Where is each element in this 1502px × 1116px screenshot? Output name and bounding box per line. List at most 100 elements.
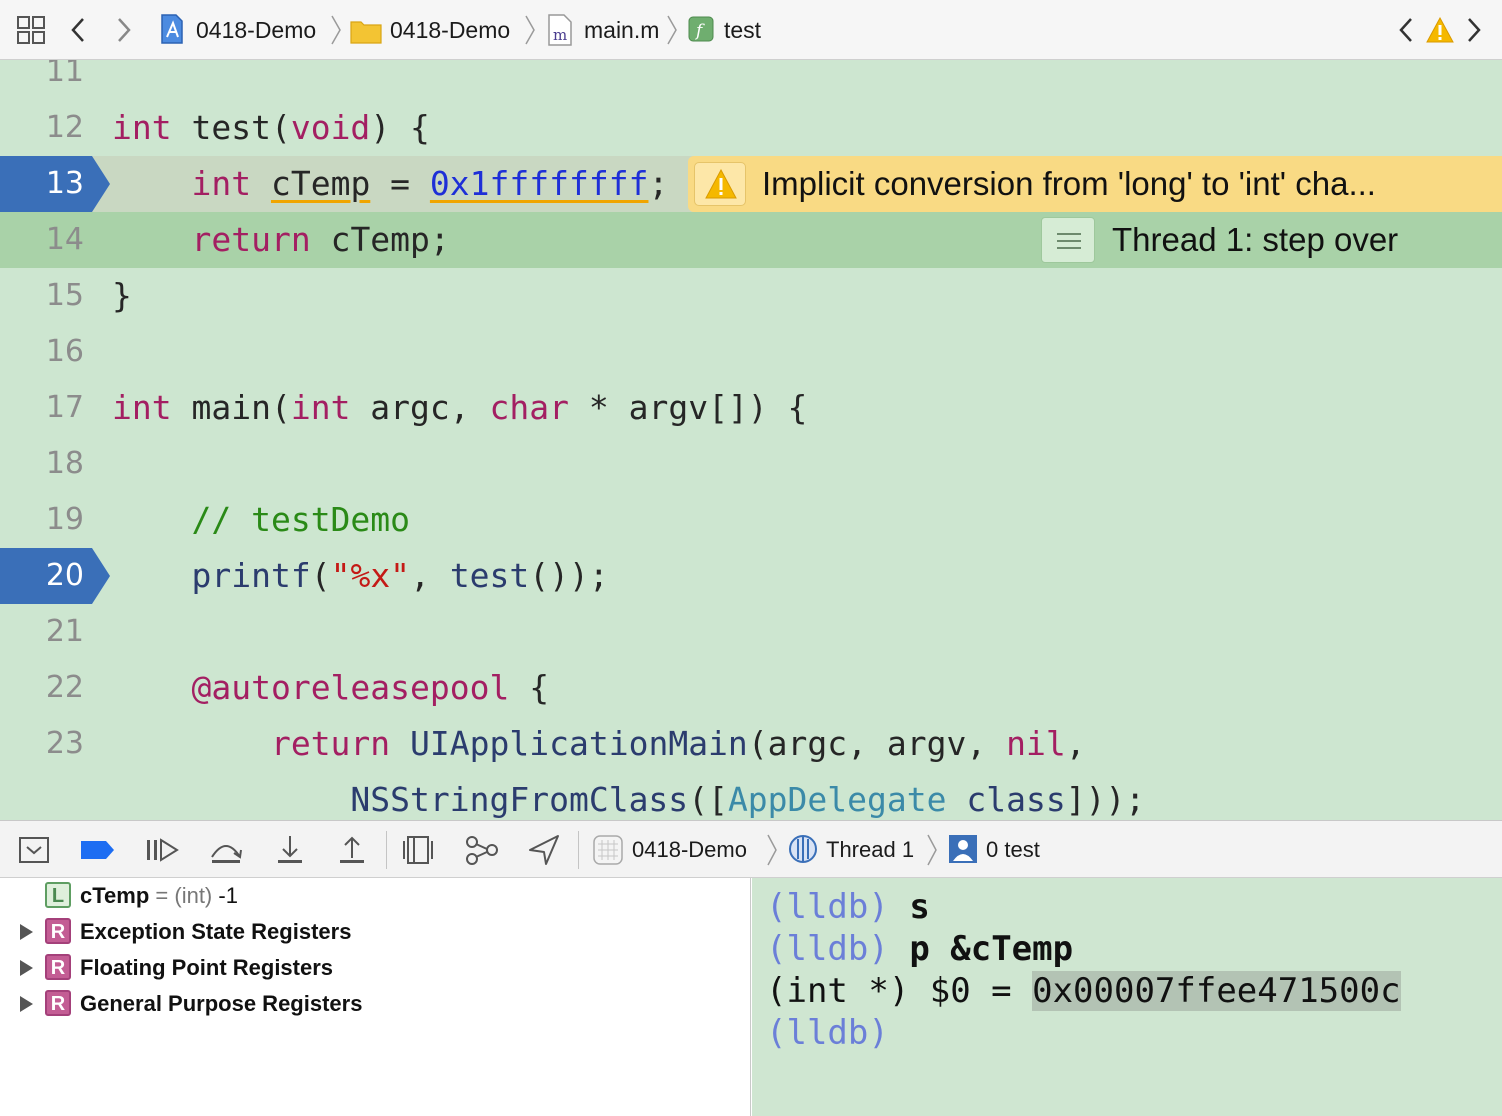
variable-type: (int) — [174, 883, 213, 908]
code-token: 0x1ffffffff — [429, 164, 649, 203]
line-number: 13 — [45, 166, 84, 201]
disclosure-triangle-icon[interactable] — [20, 960, 33, 976]
line-number: 12 — [45, 110, 84, 145]
code-token: void — [290, 108, 371, 147]
console-line: (int *) $0 = 0x00007ffee471500c — [766, 970, 1401, 1012]
code-text: int test(void) { — [112, 100, 430, 156]
code-line[interactable]: NSStringFromClass([AppDelegate class])); — [0, 772, 1502, 820]
lldb-prompt: (lldb) — [766, 929, 889, 969]
variable-row[interactable]: R General Purpose Registers — [0, 986, 751, 1022]
debug-crumb-app[interactable]: 0418-Demo — [632, 836, 747, 864]
code-line[interactable]: 18 — [0, 436, 1502, 492]
console-output: (int *) $0 = — [766, 971, 1033, 1011]
svg-text:m: m — [553, 26, 567, 44]
code-token: (argc, argv, — [747, 724, 1007, 763]
breakpoints-toggle-icon[interactable] — [78, 833, 114, 867]
back-icon[interactable] — [70, 17, 86, 43]
line-number: 16 — [45, 334, 84, 369]
breadcrumb-file[interactable]: main.m — [584, 16, 659, 44]
disclosure-triangle-icon[interactable] — [20, 924, 33, 940]
code-line[interactable]: 20 printf("%x", test()); — [0, 548, 1502, 604]
code-token: ([ — [688, 780, 728, 819]
lldb-console[interactable]: (lldb) s (lldb) p &cTemp (int *) $0 = 0x… — [752, 878, 1502, 1116]
code-line[interactable]: 16 — [0, 324, 1502, 380]
code-token: { — [509, 668, 550, 707]
local-variable-icon: L — [45, 882, 71, 908]
code-token: int — [112, 108, 172, 147]
warning-badge[interactable] — [694, 162, 746, 206]
variable-name: cTemp — [80, 883, 150, 908]
app-icon[interactable] — [592, 834, 628, 868]
frame-icon[interactable] — [948, 834, 984, 868]
memory-graph-icon[interactable] — [464, 833, 500, 867]
function-icon[interactable]: f — [688, 16, 714, 42]
code-line[interactable]: 19 // testDemo — [0, 492, 1502, 548]
code-line[interactable]: 15} — [0, 268, 1502, 324]
hide-debug-area-icon[interactable] — [16, 833, 52, 867]
code-token: @autoreleasepool — [191, 668, 510, 707]
line-number: 19 — [45, 502, 84, 537]
variable-name: General Purpose Registers — [80, 991, 363, 1016]
disclosure-triangle-icon[interactable] — [20, 996, 33, 1012]
breadcrumb-separator-icon — [525, 15, 535, 45]
code-token: = — [370, 164, 430, 203]
code-token: , — [410, 556, 450, 595]
step-into-icon[interactable] — [272, 833, 308, 867]
code-line[interactable]: 21 — [0, 604, 1502, 660]
code-line[interactable]: 22 @autoreleasepool { — [0, 660, 1502, 716]
lldb-prompt: (lldb) — [766, 1013, 889, 1053]
breadcrumb-group[interactable]: 0418-Demo — [390, 16, 510, 44]
breadcrumb-project[interactable]: 0418-Demo — [196, 16, 316, 44]
variable-row[interactable]: R Exception State Registers — [0, 914, 751, 950]
view-debugger-icon[interactable] — [400, 833, 436, 867]
code-line[interactable]: 12 int test(void) { — [0, 100, 1502, 156]
code-text: // testDemo — [112, 492, 410, 548]
simulate-location-icon[interactable] — [526, 833, 562, 867]
warning-icon[interactable] — [1426, 17, 1454, 43]
code-token: char — [489, 388, 569, 427]
code-line[interactable]: 17 int main(int argc, char * argv[]) { — [0, 380, 1502, 436]
register-icon: R — [45, 990, 71, 1016]
thread-menu-button[interactable] — [1041, 217, 1095, 263]
code-line[interactable]: 11 — [0, 60, 1502, 100]
warning-message[interactable]: Implicit conversion from 'long' to 'int'… — [762, 156, 1376, 212]
step-out-icon[interactable] — [334, 833, 370, 867]
breadcrumb-function[interactable]: test — [724, 16, 761, 44]
code-token: AppDelegate — [727, 780, 947, 819]
code-token: UIApplicationMain — [410, 724, 748, 763]
variable-row[interactable]: R Floating Point Registers — [0, 950, 751, 986]
folder-icon[interactable] — [350, 18, 382, 44]
debug-crumb-thread[interactable]: Thread 1 — [826, 836, 914, 864]
thread-icon[interactable] — [788, 834, 824, 868]
debug-crumb-frame[interactable]: 0 test — [986, 836, 1040, 864]
source-editor[interactable]: 11 12 int test(void) {13 int cTemp = 0x1ff… — [0, 60, 1502, 820]
code-token: main( — [171, 388, 291, 427]
forward-icon[interactable] — [116, 17, 132, 43]
jump-bar: 0418-Demo 0418-Demo m main.m f test — [0, 0, 1502, 60]
step-over-icon[interactable] — [208, 833, 244, 867]
code-token: nil — [1006, 724, 1066, 763]
continue-icon[interactable] — [144, 833, 180, 867]
next-issue-icon[interactable] — [1466, 17, 1482, 43]
code-token: ( — [310, 556, 331, 595]
line-number: 17 — [45, 390, 84, 425]
debug-bar: 0418-Demo Thread 1 0 test — [0, 820, 1502, 878]
previous-issue-icon[interactable] — [1398, 17, 1414, 43]
breadcrumb-separator-icon — [927, 834, 937, 866]
code-line[interactable]: 23 return UIApplicationMain(argc, argv, … — [0, 716, 1502, 772]
related-items-icon[interactable] — [17, 16, 45, 44]
variable-label: cTemp = (int) -1 — [80, 883, 238, 908]
objc-file-icon[interactable]: m — [548, 14, 572, 46]
code-token: cTemp; — [310, 220, 450, 259]
console-selected-address[interactable]: 0x00007ffee471500c — [1032, 971, 1401, 1011]
variable-row[interactable]: L cTemp = (int) -1 — [0, 878, 751, 914]
xcode-project-icon[interactable] — [160, 14, 184, 44]
code-token: test( — [171, 108, 291, 147]
